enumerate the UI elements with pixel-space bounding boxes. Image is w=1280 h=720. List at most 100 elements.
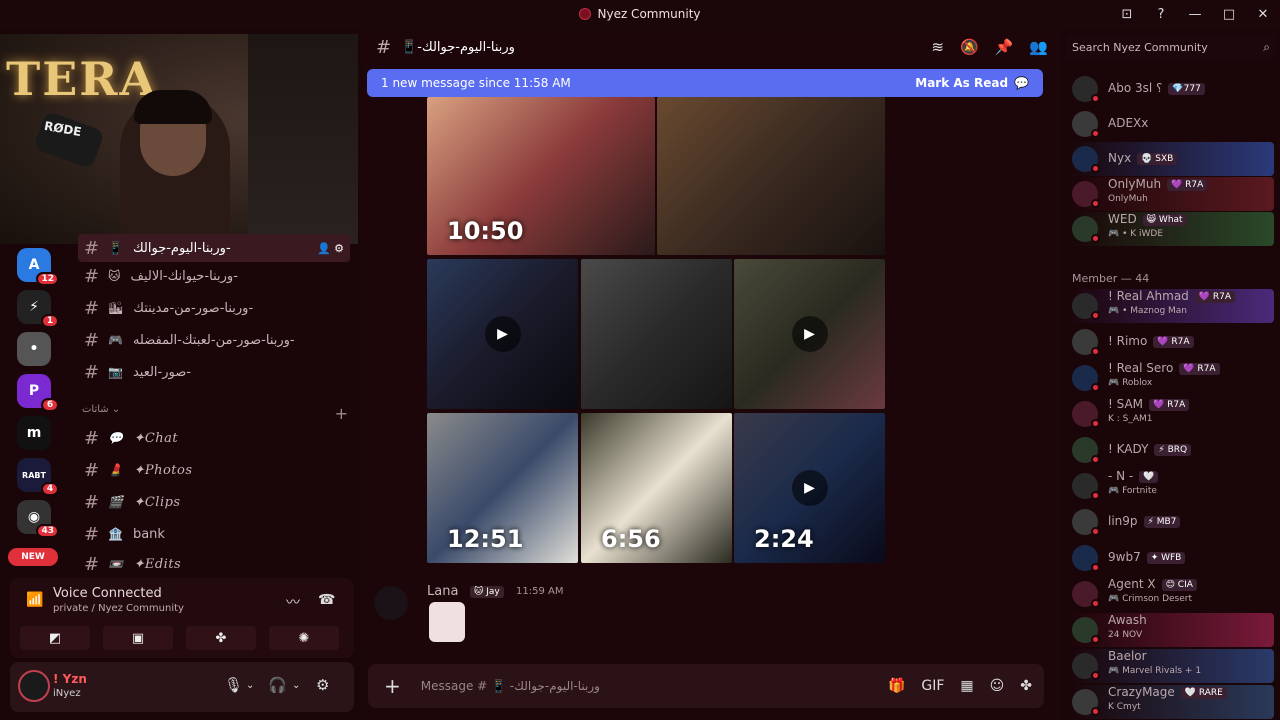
avatar[interactable] bbox=[18, 670, 50, 702]
hash-icon: # bbox=[84, 523, 100, 545]
status-dot bbox=[1091, 199, 1100, 208]
channel-item[interactable]: # 🎮 وربنا-صور-من-لعبتك-المفضله- bbox=[78, 326, 350, 354]
member-item[interactable]: ADEXx bbox=[1068, 107, 1274, 141]
voice-subtitle[interactable]: private / Nyez Community bbox=[53, 603, 184, 614]
channel-item[interactable]: # 🐱 وربنا-حيوانك-الاليف- bbox=[78, 262, 350, 290]
message-input[interactable]: Message # 📱 -وربنا-اليوم-جوالك bbox=[421, 679, 600, 693]
member-item[interactable]: Abo 3sl ؟ 💎777 bbox=[1068, 72, 1274, 106]
inbox-icon[interactable]: ⊡ bbox=[1110, 7, 1144, 22]
hash-icon: # bbox=[84, 361, 100, 383]
mute-icon[interactable]: 🔕 bbox=[960, 38, 979, 56]
gallery-video[interactable]: 2:24 ▶ bbox=[734, 413, 885, 563]
mic-icon[interactable]: 🎙 bbox=[224, 676, 243, 694]
channel-label: صور-العيد- bbox=[132, 364, 191, 380]
member-item[interactable]: OnlyMuh 💜 R7A OnlyMuh bbox=[1068, 177, 1274, 211]
channel-item[interactable]: # 🏦 bank bbox=[78, 520, 350, 548]
gallery-video[interactable]: ▶ bbox=[427, 259, 578, 409]
channel-item[interactable]: # 🎬 ✦Clips bbox=[78, 488, 350, 516]
guild-3[interactable]: • bbox=[17, 332, 51, 366]
new-messages-banner[interactable]: 1 new message since 11:58 AM Mark As Rea… bbox=[367, 69, 1043, 97]
emoji-icon[interactable]: ☺ bbox=[990, 678, 1005, 694]
member-badge: 😸 What bbox=[1142, 213, 1187, 226]
status-dot bbox=[1091, 563, 1100, 572]
minimize-button[interactable]: — bbox=[1178, 7, 1212, 22]
member-item[interactable]: ! Rimo 💜 R7A bbox=[1068, 325, 1274, 359]
gallery-image[interactable]: 12:51 bbox=[427, 413, 578, 563]
message-author[interactable]: Lana bbox=[427, 584, 458, 599]
member-item[interactable]: WED 😸 What 🎮 • K iWDE bbox=[1068, 212, 1274, 246]
mark-as-read-button[interactable]: Mark As Read 💬 bbox=[915, 76, 1029, 90]
threads-icon[interactable]: ≋ bbox=[931, 38, 944, 56]
status-dot bbox=[1091, 707, 1100, 716]
member-item[interactable]: - N - 🤍 🎮 Fortnite bbox=[1068, 469, 1274, 503]
apps-icon[interactable]: ✤ bbox=[1020, 678, 1032, 694]
play-icon[interactable]: ▶ bbox=[484, 316, 521, 352]
pin-icon[interactable]: 📌 bbox=[995, 38, 1014, 56]
guild-2[interactable]: ⚡ 1 bbox=[17, 290, 59, 328]
category-header[interactable]: شاتات ⌄ + bbox=[82, 404, 352, 423]
gallery-image[interactable] bbox=[581, 259, 732, 409]
noise-suppression-icon[interactable]: 〰 bbox=[286, 592, 300, 612]
streamer-hair bbox=[134, 90, 212, 124]
channel-item[interactable]: # 📼 ✦Edits bbox=[78, 550, 350, 578]
maximize-button[interactable]: □ bbox=[1212, 7, 1246, 22]
member-item[interactable]: lin9p ⚡ MB7 bbox=[1068, 505, 1274, 539]
member-item[interactable]: 9wb7 ✦ WFB bbox=[1068, 541, 1274, 575]
search-input[interactable]: Search Nyez Community ⌕ bbox=[1066, 34, 1276, 60]
disconnect-icon[interactable]: ☎ bbox=[318, 592, 335, 608]
member-item[interactable]: CrazyMage 🤍 RARE K Cmyt bbox=[1068, 685, 1274, 719]
gallery-video[interactable]: ▶ bbox=[734, 259, 885, 409]
guild-4[interactable]: P6 bbox=[17, 374, 59, 412]
member-name-text: ! Real Ahmad bbox=[1108, 289, 1189, 303]
new-badge[interactable]: NEW bbox=[8, 548, 58, 566]
channel-item[interactable]: # 📷 صور-العيد- bbox=[78, 358, 350, 386]
member-name: lin9p ⚡ MB7 bbox=[1108, 514, 1181, 528]
add-channel-icon[interactable]: + bbox=[335, 404, 348, 423]
member-item[interactable]: ! Real Sero 💜 R7A 🎮 Roblox bbox=[1068, 361, 1274, 395]
member-item[interactable]: Agent X 😊 CIA 🎮 Crimson Desert bbox=[1068, 577, 1274, 611]
gear-icon[interactable]: ⚙ bbox=[316, 676, 329, 694]
server-list: A 12 ⚡ 1 • P6 m RABT 4 ◉ 43 bbox=[0, 244, 68, 584]
avatar[interactable] bbox=[374, 586, 408, 620]
chevron-down-icon[interactable]: ⌄ bbox=[292, 680, 300, 691]
activities-button[interactable]: ✤ bbox=[186, 626, 256, 650]
close-button[interactable]: ✕ bbox=[1246, 7, 1280, 22]
member-name-text: OnlyMuh bbox=[1108, 177, 1162, 191]
member-item[interactable]: ! KADY ⚡ BRQ bbox=[1068, 433, 1274, 467]
guild-5[interactable]: m bbox=[17, 416, 51, 450]
gallery-image[interactable]: 6:56 bbox=[581, 413, 732, 563]
help-icon[interactable]: ? bbox=[1144, 7, 1178, 22]
screen-share-button[interactable]: ▣ bbox=[103, 626, 173, 650]
sticker-icon[interactable]: ▦ bbox=[960, 678, 973, 694]
channel-item-active[interactable]: # 📱 وربنا-اليوم-جوالك- 👤 ⚙ bbox=[78, 234, 350, 262]
channel-item[interactable]: # 🏙 وربنا-صور-من-مدينتك- bbox=[78, 294, 350, 322]
guild-7[interactable]: ◉ 43 bbox=[17, 500, 59, 538]
channel-item[interactable]: # 💬 ✦Chat bbox=[78, 424, 350, 452]
gift-icon[interactable]: 🎁 bbox=[888, 678, 905, 694]
channel-item[interactable]: # 💄 ✦Photos bbox=[78, 456, 350, 484]
play-icon[interactable]: ▶ bbox=[791, 470, 828, 506]
add-attachment-icon[interactable]: + bbox=[384, 674, 401, 698]
member-name-text: CrazyMage bbox=[1108, 685, 1175, 699]
gif-icon[interactable]: GIF bbox=[921, 678, 944, 694]
gallery-image[interactable]: 10:50 bbox=[427, 97, 655, 255]
play-icon[interactable]: ▶ bbox=[791, 316, 828, 352]
soundboard-button[interactable]: ✺ bbox=[269, 626, 339, 650]
member-item[interactable]: Awash 24 NOV bbox=[1068, 613, 1274, 647]
guild-1[interactable]: A 12 bbox=[17, 248, 59, 286]
member-item[interactable]: ! SAM 💜 R7A K : S_AM1 bbox=[1068, 397, 1274, 431]
guild-6[interactable]: RABT 4 bbox=[17, 458, 59, 496]
channel-emoji: 🎮 bbox=[108, 333, 123, 347]
member-item[interactable]: Nyx 💀 SXB bbox=[1068, 142, 1274, 176]
headphones-icon[interactable]: 🎧 bbox=[268, 676, 287, 694]
member-item[interactable]: Baelor 🎮 Marvel Rivals + 1 bbox=[1068, 649, 1274, 683]
channel-settings-icon[interactable]: 👤 ⚙ bbox=[317, 242, 344, 255]
members-icon[interactable]: 👥 bbox=[1029, 38, 1048, 56]
sticker-image[interactable] bbox=[429, 602, 465, 642]
member-name: CrazyMage 🤍 RARE bbox=[1108, 685, 1227, 699]
chevron-down-icon[interactable]: ⌄ bbox=[246, 680, 254, 691]
camera-off-button[interactable]: ◩ bbox=[20, 626, 90, 650]
gallery-image[interactable] bbox=[657, 97, 885, 255]
member-item[interactable]: ! Real Ahmad 💜 R7A 🎮 • Maznog Man bbox=[1068, 289, 1274, 323]
username[interactable]: ! Yzn bbox=[53, 672, 87, 686]
